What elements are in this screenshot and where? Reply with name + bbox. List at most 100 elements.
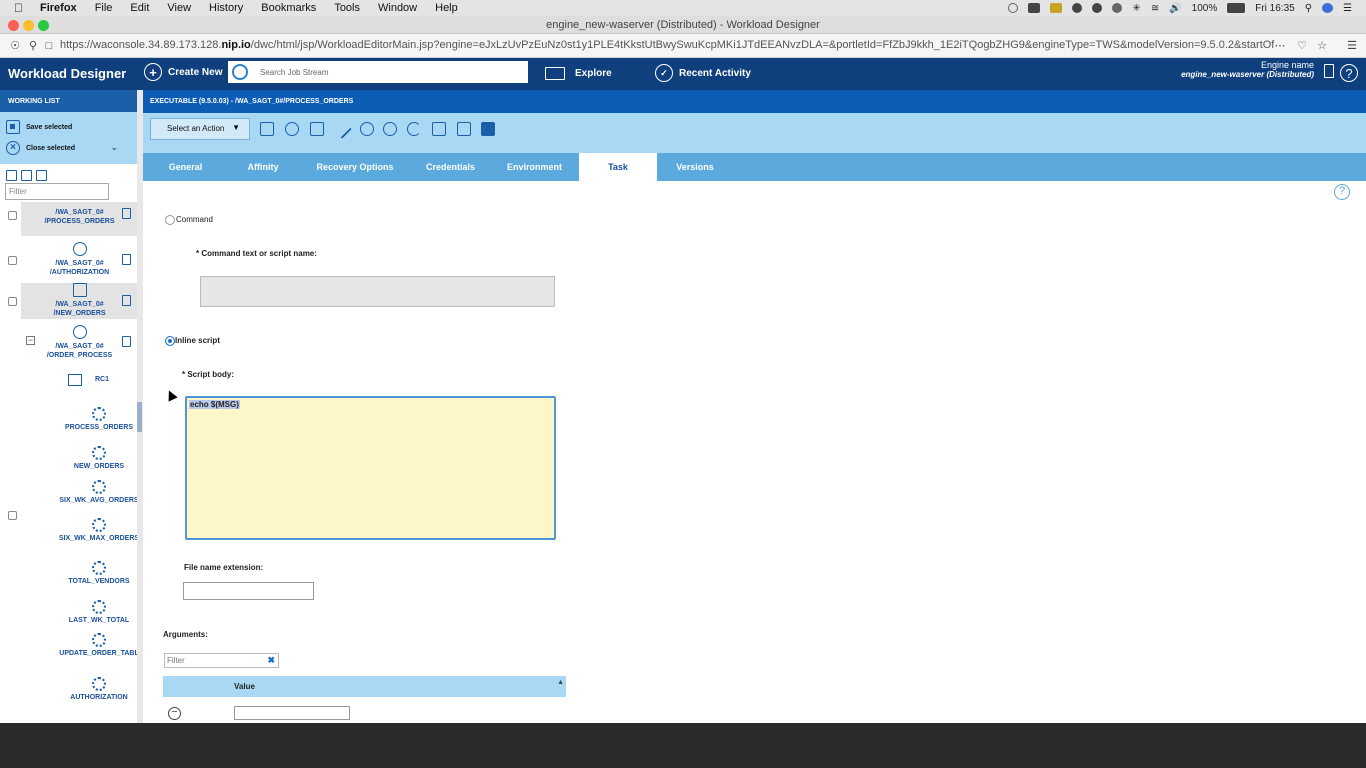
menu-firefox[interactable]: Firefox bbox=[40, 2, 77, 14]
expand-all-icon[interactable] bbox=[21, 170, 32, 181]
shield-icon[interactable]: ☉ bbox=[8, 39, 22, 53]
list-item[interactable]: /WA_SAGT_0# /AUTHORIZATION bbox=[21, 242, 138, 278]
minimize-window-icon[interactable] bbox=[23, 20, 34, 31]
job-item[interactable]: LAST_WK_TOTAL bbox=[58, 600, 140, 624]
notification-center-icon[interactable]: ☰ bbox=[1343, 3, 1352, 14]
command-radio[interactable] bbox=[165, 215, 175, 225]
shield-icon[interactable] bbox=[1050, 3, 1063, 13]
page-icon[interactable]: □ bbox=[42, 39, 56, 53]
tab-versions[interactable]: Versions bbox=[657, 153, 733, 181]
url-field[interactable]: https://waconsole.34.89.173.128.nip.io/d… bbox=[60, 39, 1275, 51]
details-icon[interactable] bbox=[457, 122, 471, 136]
working-list-filter-input[interactable]: Filter bbox=[5, 183, 109, 200]
hamburger-menu-icon[interactable]: ☰ bbox=[1345, 39, 1359, 53]
argument-value-input[interactable] bbox=[234, 706, 350, 720]
tab-environment[interactable]: Environment bbox=[493, 153, 576, 181]
clear-filter-icon[interactable]: ✖ bbox=[267, 655, 275, 666]
menu-history[interactable]: History bbox=[209, 2, 243, 14]
close-selected-button[interactable]: × Close selected bbox=[6, 141, 75, 155]
edit-icon[interactable] bbox=[332, 119, 352, 139]
menu-view[interactable]: View bbox=[167, 2, 191, 14]
menu-edit[interactable]: Edit bbox=[130, 2, 149, 14]
tab-recovery-options[interactable]: Recovery Options bbox=[305, 153, 405, 181]
compass-icon[interactable] bbox=[1112, 3, 1123, 13]
job-item[interactable]: SIX_WK_MAX_ORDERS bbox=[58, 518, 140, 542]
select-all-icon[interactable] bbox=[6, 170, 17, 181]
recent-activity-button[interactable]: ✓ Recent Activity bbox=[655, 64, 751, 82]
sort-ascending-icon[interactable]: ▲ bbox=[557, 679, 564, 686]
menu-file[interactable]: File bbox=[95, 2, 113, 14]
splitter-grip[interactable] bbox=[137, 402, 142, 432]
wifi-icon[interactable]: ≅ bbox=[1151, 3, 1159, 14]
moon-icon[interactable] bbox=[1008, 3, 1019, 13]
create-new-button[interactable]: + Create New bbox=[144, 63, 222, 81]
bookmark-star-icon[interactable]: ☆ bbox=[1315, 39, 1329, 53]
edit-icon[interactable] bbox=[122, 295, 131, 306]
close-icon[interactable] bbox=[285, 122, 299, 136]
job-item[interactable]: SIX_WK_AVG_ORDERS bbox=[58, 480, 140, 504]
chevron-down-icon[interactable]: ⌄ bbox=[110, 142, 118, 153]
item-checkbox[interactable] bbox=[8, 256, 17, 265]
edit-icon[interactable] bbox=[122, 208, 131, 219]
item-checkbox[interactable] bbox=[8, 211, 17, 220]
edit-icon[interactable] bbox=[122, 336, 131, 347]
refresh-icon[interactable] bbox=[407, 122, 421, 136]
help-icon[interactable]: ? bbox=[1340, 64, 1358, 82]
engine-details-icon[interactable] bbox=[1324, 64, 1334, 78]
tab-credentials[interactable]: Credentials bbox=[413, 153, 488, 181]
siri-icon[interactable] bbox=[1322, 3, 1334, 13]
item-checkbox[interactable] bbox=[8, 297, 17, 306]
item-checkbox[interactable] bbox=[8, 511, 17, 520]
job-item[interactable]: TOTAL_VENDORS bbox=[58, 561, 140, 585]
battery-icon[interactable] bbox=[1227, 3, 1246, 13]
menu-bookmarks[interactable]: Bookmarks bbox=[261, 2, 316, 14]
search-job-stream-input[interactable]: Search Job Stream bbox=[228, 61, 528, 83]
tab-affinity[interactable]: Affinity bbox=[228, 153, 298, 181]
inline-script-radio[interactable] bbox=[165, 336, 175, 346]
arguments-filter-input[interactable]: Filter ✖ bbox=[164, 653, 279, 668]
script-body-textarea[interactable]: echo $(MSG) bbox=[185, 396, 556, 540]
apple-icon[interactable]:  bbox=[14, 1, 28, 15]
menu-window[interactable]: Window bbox=[378, 2, 417, 14]
command-text-field[interactable] bbox=[200, 276, 555, 307]
edit-icon[interactable] bbox=[122, 254, 131, 265]
docker-icon[interactable] bbox=[1028, 3, 1041, 13]
job-item[interactable]: AUTHORIZATION bbox=[58, 677, 140, 701]
explore-button[interactable]: Explore bbox=[545, 67, 612, 80]
app-tray-icon[interactable] bbox=[1072, 3, 1083, 13]
volume-icon[interactable]: 🔊 bbox=[1169, 3, 1181, 14]
close-window-icon[interactable] bbox=[8, 20, 19, 31]
remove-icon[interactable] bbox=[383, 122, 397, 136]
list-item[interactable]: /WA_SAGT_0# /PROCESS_ORDERS bbox=[21, 202, 138, 236]
tab-general[interactable]: General bbox=[143, 153, 228, 181]
save-icon[interactable] bbox=[260, 122, 274, 136]
job-item[interactable]: UPDATE_ORDER_TABL bbox=[58, 633, 140, 657]
clock[interactable]: Fri 16:35 bbox=[1255, 3, 1294, 14]
tab-task[interactable]: Task bbox=[579, 153, 657, 181]
save-selected-button[interactable]: Save selected bbox=[6, 120, 72, 134]
list-item[interactable]: /WA_SAGT_0# /ORDER_PROCESS bbox=[21, 325, 138, 361]
select-action-dropdown[interactable]: Select an Action ▼ bbox=[150, 118, 250, 140]
fullscreen-window-icon[interactable] bbox=[38, 20, 49, 31]
run-cycle-label[interactable]: RC1 bbox=[95, 376, 109, 383]
unlock-icon[interactable] bbox=[360, 122, 374, 136]
menu-tools[interactable]: Tools bbox=[334, 2, 360, 14]
bluetooth-icon[interactable]: ✳ bbox=[1132, 3, 1140, 14]
page-actions-icon[interactable]: ⋯ bbox=[1273, 39, 1287, 53]
help-icon[interactable]: ? bbox=[1334, 184, 1350, 200]
collapse-all-icon[interactable] bbox=[36, 170, 47, 181]
lock-icon[interactable]: ⚲ bbox=[26, 39, 40, 53]
value-column-header[interactable]: Value bbox=[234, 682, 255, 691]
file-extension-input[interactable] bbox=[183, 582, 314, 600]
pocket-icon[interactable]: ♡ bbox=[1295, 39, 1309, 53]
vpn-icon[interactable] bbox=[1092, 3, 1103, 13]
print-icon[interactable] bbox=[432, 122, 446, 136]
sap-icon[interactable] bbox=[481, 122, 495, 136]
job-item[interactable]: NEW_ORDERS bbox=[58, 446, 140, 470]
menu-help[interactable]: Help bbox=[435, 2, 458, 14]
job-item[interactable]: PROCESS_ORDERS bbox=[58, 407, 140, 431]
spotlight-icon[interactable]: ⚲ bbox=[1305, 3, 1312, 14]
remove-argument-icon[interactable]: − bbox=[168, 707, 181, 720]
list-item[interactable]: /WA_SAGT_0# /NEW_ORDERS bbox=[21, 283, 138, 319]
copy-icon[interactable] bbox=[310, 122, 324, 136]
